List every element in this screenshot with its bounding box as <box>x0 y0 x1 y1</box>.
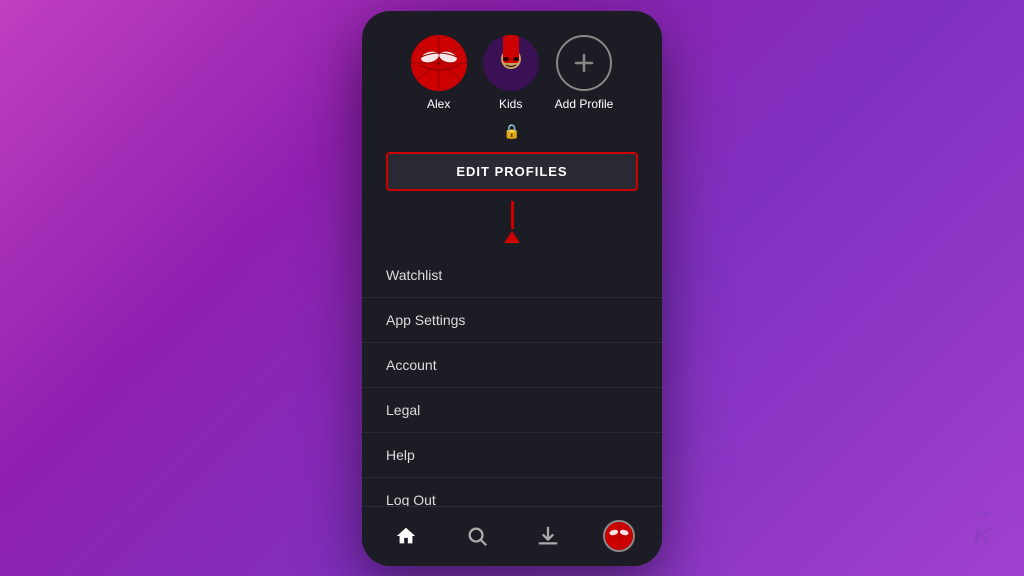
nav-profile-avatar <box>603 520 635 552</box>
arrow-head <box>504 231 520 243</box>
add-profile-circle[interactable] <box>556 35 612 91</box>
avatar-kids <box>483 35 539 91</box>
search-icon <box>466 525 488 547</box>
knowtechie-watermark: K <box>973 512 992 552</box>
knowtechie-k: K <box>973 521 992 552</box>
download-icon <box>537 525 559 547</box>
dot-2 <box>984 512 989 517</box>
nav-home[interactable] <box>388 518 424 554</box>
avatar-alex <box>411 35 467 91</box>
profile-kids[interactable]: Kids <box>483 35 539 111</box>
dot-1 <box>976 512 981 517</box>
lock-section: 🔒 <box>362 119 662 148</box>
edit-profiles-button[interactable]: EDIT PROFILES <box>386 152 638 191</box>
menu-item-legal[interactable]: Legal <box>362 388 662 433</box>
menu-item-help[interactable]: Help <box>362 433 662 478</box>
profiles-section: Alex Kids <box>362 11 662 119</box>
plus-icon <box>572 51 596 75</box>
edit-profiles-wrapper: EDIT PROFILES <box>362 148 662 203</box>
profile-alex-name: Alex <box>427 97 450 111</box>
home-icon <box>395 525 417 547</box>
profile-kids-name: Kids <box>499 97 522 111</box>
menu-item-logout[interactable]: Log Out <box>362 478 662 506</box>
nav-profile[interactable] <box>601 518 637 554</box>
menu-items: Watchlist App Settings Account Legal Hel… <box>362 245 662 506</box>
annotation-arrow <box>504 201 520 241</box>
nav-search[interactable] <box>459 518 495 554</box>
arrow-shaft <box>511 201 514 229</box>
add-profile-label: Add Profile <box>555 97 614 111</box>
add-profile[interactable]: Add Profile <box>555 35 614 111</box>
bottom-nav <box>362 506 662 566</box>
menu-item-account[interactable]: Account <box>362 343 662 388</box>
lock-icon: 🔒 <box>503 123 520 140</box>
menu-content: Alex Kids <box>362 11 662 506</box>
nav-download[interactable] <box>530 518 566 554</box>
menu-item-app-settings[interactable]: App Settings <box>362 298 662 343</box>
phone-container: Alex Kids <box>362 11 662 566</box>
menu-item-watchlist[interactable]: Watchlist <box>362 253 662 298</box>
knowtechie-dots <box>976 512 989 517</box>
profile-alex[interactable]: Alex <box>411 35 467 111</box>
